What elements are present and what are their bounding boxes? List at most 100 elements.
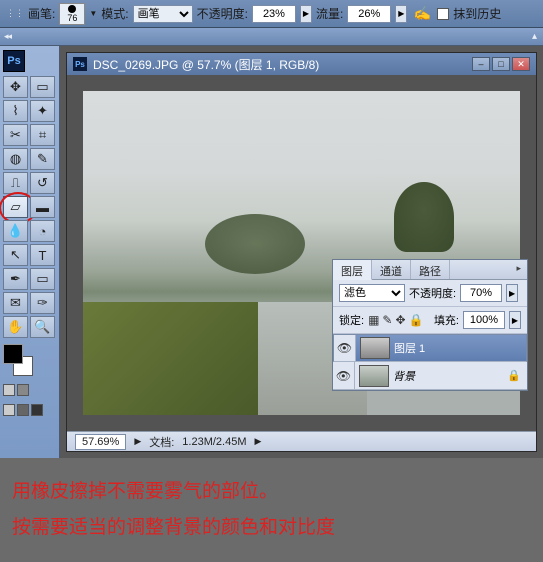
lasso-tool[interactable]: ⌇ xyxy=(3,100,28,122)
notes-tool[interactable]: ✉ xyxy=(3,292,28,314)
docinfo-label: 文档: xyxy=(149,434,174,450)
hand-tool[interactable]: ✋ xyxy=(3,316,28,338)
fill-label: 填充: xyxy=(434,312,459,328)
panel-menu-icon[interactable]: ▸ xyxy=(510,260,527,279)
history-checkbox[interactable] xyxy=(437,8,449,20)
eyedropper-tool[interactable]: ✑ xyxy=(30,292,55,314)
lock-all-icon[interactable]: 🔒 xyxy=(409,313,424,327)
brush-size-value: 76 xyxy=(67,13,77,23)
zoom-tool[interactable]: 🔍 xyxy=(30,316,55,338)
opacity-input[interactable] xyxy=(252,5,296,23)
visibility-icon[interactable]: 👁 xyxy=(334,335,356,361)
doc-icon: Ps xyxy=(73,57,87,71)
canvas-area: Ps DSC_0269.JPG @ 57.7% (图层 1, RGB/8) – … xyxy=(60,46,543,458)
layer-row[interactable]: 👁 图层 1 xyxy=(333,334,527,362)
blend-mode-select[interactable]: 滤色 xyxy=(339,284,405,302)
marquee-tool[interactable]: ▭ xyxy=(30,76,55,98)
flow-slider-icon[interactable]: ▶ xyxy=(395,5,407,23)
type-tool[interactable]: T xyxy=(30,244,55,266)
document-window: Ps DSC_0269.JPG @ 57.7% (图层 1, RGB/8) – … xyxy=(66,52,537,452)
collapse-icon[interactable]: ▴ xyxy=(532,31,537,42)
lock-move-icon[interactable]: ✥ xyxy=(395,313,405,327)
layers-panel: 图层 通道 路径 ▸ 滤色 不透明度: ▶ 锁定: ▦ xyxy=(332,259,528,391)
path-tool[interactable]: ↖ xyxy=(3,244,28,266)
brush-dot-icon xyxy=(68,5,76,13)
toolbox: Ps ✥▭ ⌇✦ ✂⌗ ◍✎ ⎍↺ ▱▬ 💧◔ ↖T ✒▭ ✉✑ ✋🔍 xyxy=(0,46,60,458)
move-tool[interactable]: ✥ xyxy=(3,76,28,98)
work-area: Ps ✥▭ ⌇✦ ✂⌗ ◍✎ ⎍↺ ▱▬ 💧◔ ↖T ✒▭ ✉✑ ✋🔍 Ps D… xyxy=(0,46,543,458)
layer-name[interactable]: 背景 xyxy=(393,368,415,384)
visibility-icon[interactable]: 👁 xyxy=(333,362,355,389)
eraser-tool[interactable]: ▱ xyxy=(3,196,28,218)
flow-label: 流量: xyxy=(316,5,343,22)
tab-paths[interactable]: 路径 xyxy=(411,260,450,279)
tutorial-caption: 用橡皮擦掉不需要雾气的部位。 按需要适当的调整背景的颜色和对比度 xyxy=(0,458,543,562)
document-titlebar[interactable]: Ps DSC_0269.JPG @ 57.7% (图层 1, RGB/8) – … xyxy=(67,53,536,75)
tab-channels[interactable]: 通道 xyxy=(372,260,411,279)
lock-label: 锁定: xyxy=(339,312,364,328)
options-bar: ⋮⋮ 画笔: 76 ▼ 模式: 画笔 不透明度: ▶ 流量: ▶ ✍ 抹到历史 xyxy=(0,0,543,28)
caption-line-2: 按需要适当的调整背景的颜色和对比度 xyxy=(12,510,531,546)
history-label: 抹到历史 xyxy=(453,5,501,22)
mode-select[interactable]: 画笔 xyxy=(133,5,193,23)
brush-label: 画笔: xyxy=(28,5,55,22)
slice-tool[interactable]: ⌗ xyxy=(30,124,55,146)
heal-tool[interactable]: ◍ xyxy=(3,148,28,170)
layer-opacity-input[interactable] xyxy=(460,284,502,302)
stamp-tool[interactable]: ⎍ xyxy=(3,172,28,194)
maximize-button[interactable]: □ xyxy=(492,57,510,71)
quick-mask[interactable] xyxy=(3,404,56,416)
layer-name[interactable]: 图层 1 xyxy=(394,340,425,356)
status-bar: 57.69% ▶ 文档: 1.23M/2.45M ▶ xyxy=(67,431,536,451)
minimize-button[interactable]: – xyxy=(472,57,490,71)
pen-tool[interactable]: ✒ xyxy=(3,268,28,290)
opacity-slider-icon[interactable]: ▶ xyxy=(300,5,312,23)
ps-logo-icon: Ps xyxy=(3,50,25,72)
close-button[interactable]: ✕ xyxy=(512,57,530,71)
brush-preset-picker[interactable]: 76 xyxy=(59,3,85,25)
mode-label: 模式: xyxy=(101,5,128,22)
image-content xyxy=(83,302,258,415)
lock-transparency-icon[interactable]: ▦ xyxy=(368,313,379,327)
fill-input[interactable] xyxy=(463,311,505,329)
dodge-tool[interactable]: ◔ xyxy=(30,220,55,242)
gradient-tool[interactable]: ▬ xyxy=(30,196,55,218)
history-brush-tool[interactable]: ↺ xyxy=(30,172,55,194)
docinfo-value: 1.23M/2.45M xyxy=(182,436,246,448)
blend-row: 滤色 不透明度: ▶ xyxy=(333,280,527,307)
lock-row: 锁定: ▦ ✎ ✥ 🔒 填充: ▶ xyxy=(333,307,527,334)
image-stage[interactable]: 图层 通道 路径 ▸ 滤色 不透明度: ▶ 锁定: ▦ xyxy=(67,75,536,431)
image-content xyxy=(394,182,454,252)
document-title: DSC_0269.JPG @ 57.7% (图层 1, RGB/8) xyxy=(93,56,319,73)
lock-icon: 🔒 xyxy=(507,369,521,382)
tab-layers[interactable]: 图层 xyxy=(333,260,372,280)
panel-tabs: 图层 通道 路径 ▸ xyxy=(333,260,527,280)
shape-tool[interactable]: ▭ xyxy=(30,268,55,290)
crop-tool[interactable]: ✂ xyxy=(3,124,28,146)
blur-tool[interactable]: 💧 xyxy=(3,220,28,242)
zoom-arrow-icon[interactable]: ▶ xyxy=(134,436,141,447)
layer-thumb[interactable] xyxy=(359,365,389,387)
layer-opacity-label: 不透明度: xyxy=(409,285,456,301)
flow-input[interactable] xyxy=(347,5,391,23)
fill-arrow-icon[interactable]: ▶ xyxy=(509,311,521,329)
image-content xyxy=(205,214,305,274)
grip-icon[interactable]: ◂◂ xyxy=(4,31,11,42)
grip-icon: ⋮⋮ xyxy=(6,8,24,19)
foreground-swatch[interactable] xyxy=(3,344,23,364)
opacity-label: 不透明度: xyxy=(197,5,248,22)
lock-paint-icon[interactable]: ✎ xyxy=(382,313,392,327)
layer-row[interactable]: 👁 背景 🔒 xyxy=(333,362,527,390)
layer-thumb[interactable] xyxy=(360,337,390,359)
color-swatches[interactable] xyxy=(3,340,56,376)
opacity-arrow-icon[interactable]: ▶ xyxy=(506,284,518,302)
panel-tab-strip: ◂◂ ▴ xyxy=(0,28,543,46)
airbrush-icon[interactable]: ✍ xyxy=(411,4,433,24)
zoom-value[interactable]: 57.69% xyxy=(75,434,126,450)
brush-dropdown-icon[interactable]: ▼ xyxy=(89,9,97,18)
screen-mode[interactable] xyxy=(3,384,56,396)
docinfo-arrow-icon[interactable]: ▶ xyxy=(255,436,262,447)
brush-tool[interactable]: ✎ xyxy=(30,148,55,170)
wand-tool[interactable]: ✦ xyxy=(30,100,55,122)
caption-line-1: 用橡皮擦掉不需要雾气的部位。 xyxy=(12,474,531,510)
